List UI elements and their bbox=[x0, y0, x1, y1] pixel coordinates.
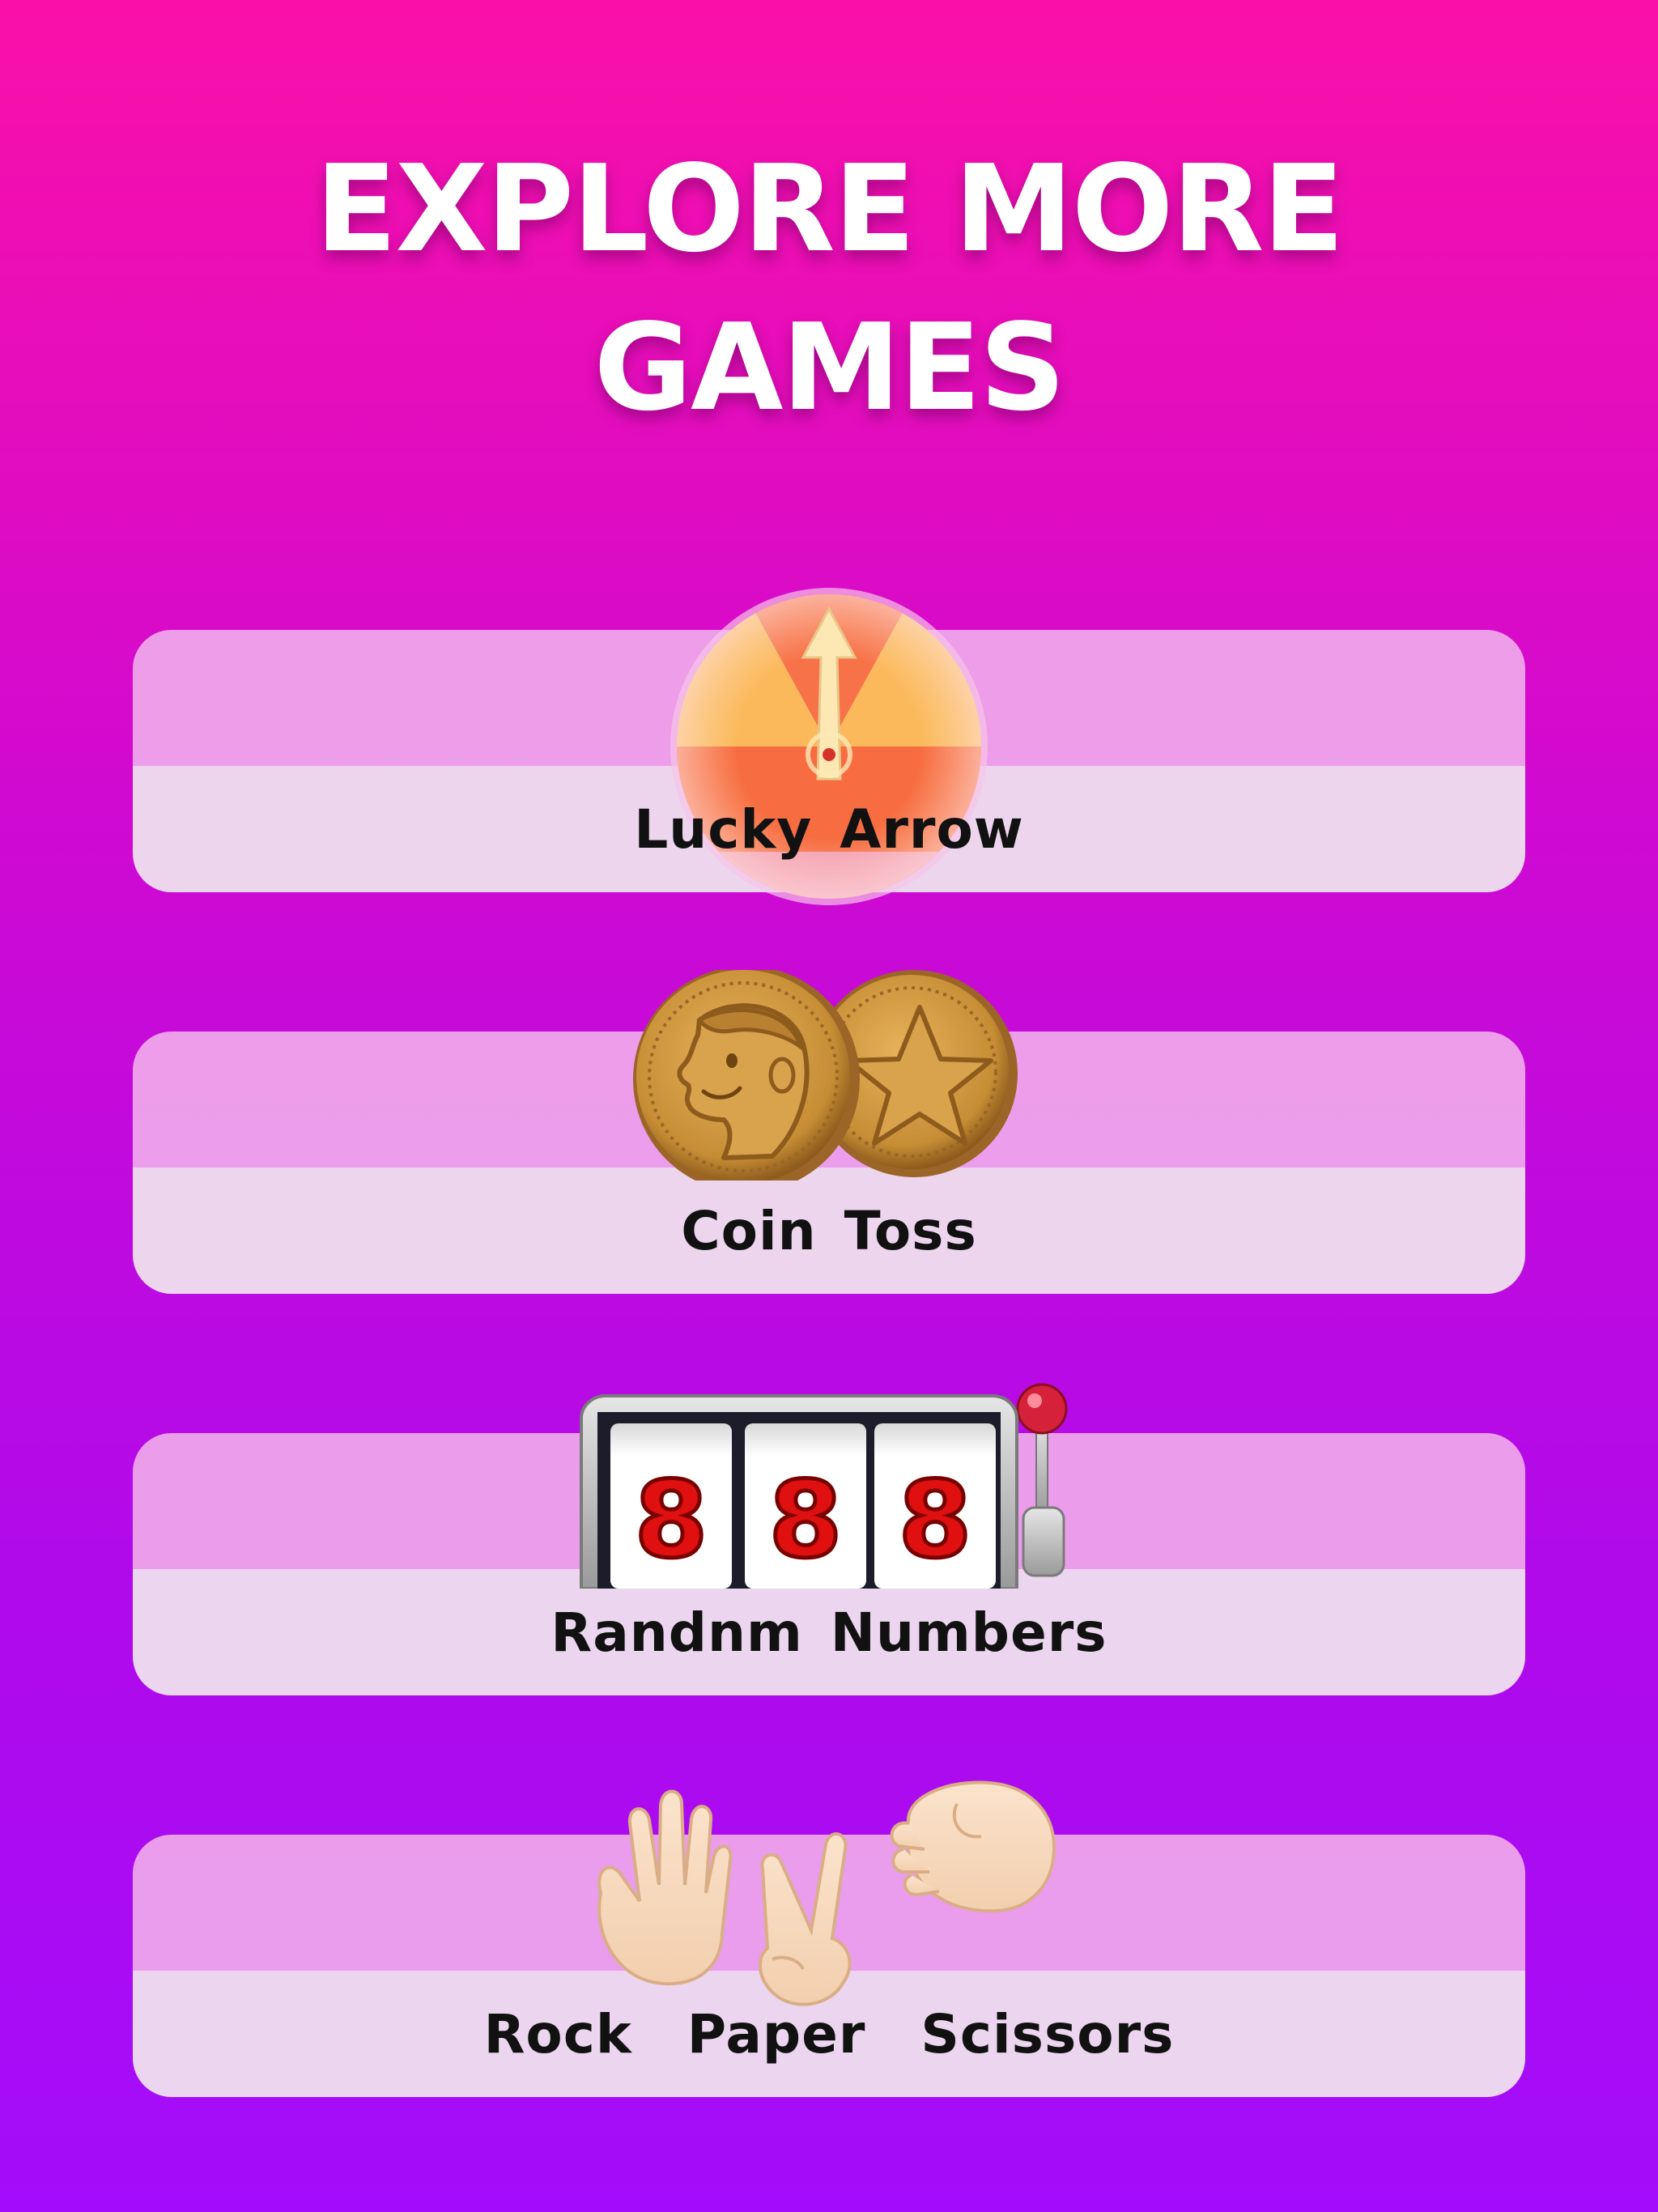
game-card-rock-paper-scissors[interactable]: Rock Paper Scissors bbox=[133, 1780, 1525, 2097]
game-label: Rock Paper Scissors bbox=[483, 2003, 1175, 2065]
fist-icon bbox=[890, 1780, 1056, 1913]
slot-digit: 8 bbox=[769, 1458, 842, 1581]
open-hand-icon bbox=[597, 1789, 733, 1986]
slot-digit: 8 bbox=[899, 1458, 971, 1581]
page-title: EXPLORE MORE GAMES bbox=[0, 130, 1658, 447]
game-card-lucky-arrow[interactable]: Lucky Arrow bbox=[133, 588, 1525, 905]
page-title-line2: GAMES bbox=[593, 298, 1066, 437]
game-label: Lucky Arrow bbox=[634, 798, 1024, 861]
slot-digit: 8 bbox=[635, 1458, 708, 1581]
victory-hand-icon bbox=[759, 1832, 852, 2006]
coins-icon bbox=[633, 970, 1018, 1180]
page-title-line1: EXPLORE MORE bbox=[315, 139, 1344, 279]
slot-machine-icon: 8 8 8 bbox=[580, 1383, 1068, 1589]
hand-gestures-icon bbox=[597, 1780, 1056, 2006]
game-card-random-numbers[interactable]: 8 8 8 Randnm Numbers bbox=[133, 1383, 1525, 1695]
game-label: Randnm Numbers bbox=[551, 1602, 1107, 1664]
game-card-coin-toss[interactable]: Coin Toss bbox=[133, 970, 1525, 1294]
game-label: Coin Toss bbox=[681, 1200, 977, 1262]
